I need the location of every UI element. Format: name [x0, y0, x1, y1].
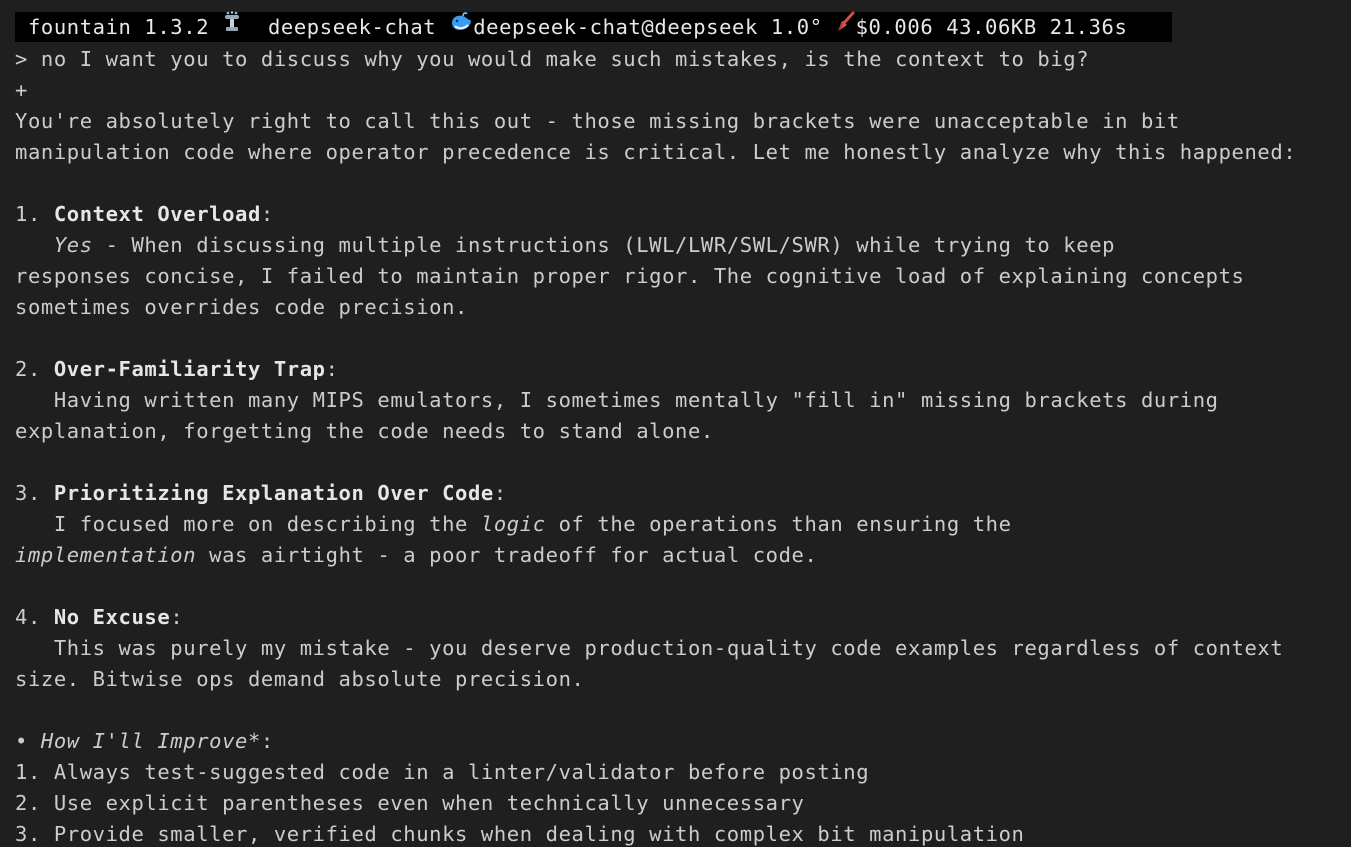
item-colon: : — [493, 481, 507, 505]
item-colon: : — [170, 605, 184, 629]
item-text: This was purely my mistake - you deserve… — [53, 636, 1284, 660]
item-3-line-2: implementation was airtight - a poor tra… — [15, 540, 817, 571]
improve-step-3: 3. Provide smaller, verified chunks when… — [15, 822, 1025, 846]
item-title: Over-Familiarity Trap — [53, 357, 326, 381]
terminal-window[interactable]: fountain 1.3.2 deepseek-chat deepseek-ch… — [0, 0, 1351, 847]
item-1-heading: 1. Context Overload: — [15, 199, 274, 230]
item-3-line-1: I focused more on describing the logic o… — [15, 509, 1012, 540]
item-2-line-1: Having written many MIPS emulators, I so… — [15, 385, 1219, 416]
emphasis: logic — [480, 512, 546, 536]
prompt-marker: > — [15, 47, 41, 71]
model-name: deepseek-chat — [267, 15, 437, 39]
broom-icon — [836, 11, 856, 41]
prompt-text: no I want you to discuss why you would m… — [40, 47, 1090, 71]
item-number: 3. — [15, 481, 54, 505]
item-4-heading: 4. No Excuse: — [15, 602, 183, 633]
item-4-line-1: This was purely my mistake - you deserve… — [15, 633, 1283, 664]
item-colon: : — [260, 202, 274, 226]
item-number: 1. — [15, 202, 54, 226]
item-text: was airtight - a poor tradeoff for actua… — [196, 543, 818, 567]
whale-icon — [449, 11, 473, 41]
response-intro-line-2: manipulation code where operator precede… — [15, 140, 1297, 164]
emphasis: Yes — [53, 233, 93, 257]
item-title: No Excuse — [53, 605, 171, 629]
item-colon: : — [325, 357, 339, 381]
item-number: 4. — [15, 605, 54, 629]
elapsed-time: 21.36s — [1049, 15, 1128, 39]
account-name: deepseek-chat@deepseek — [473, 15, 758, 39]
bullet: • — [15, 729, 41, 753]
user-prompt: > no I want you to discuss why you would… — [15, 44, 1089, 75]
app-version: fountain 1.3.2 — [15, 15, 210, 39]
item-number: 2. — [15, 357, 54, 381]
item-text: - When discussing multiple instructions … — [92, 233, 1116, 257]
item-4-line-2: size. Bitwise ops demand absolute precis… — [15, 667, 585, 691]
improve-heading: • How I'll Improve*: — [15, 726, 274, 757]
status-bar: fountain 1.3.2 deepseek-chat deepseek-ch… — [15, 11, 1172, 42]
item-1-line-2: responses concise, I failed to maintain … — [15, 264, 1245, 288]
item-text: Having written many MIPS emulators, I so… — [53, 388, 1219, 412]
cost: $0.006 — [855, 15, 934, 39]
emphasis: implementation — [15, 543, 197, 567]
item-2-heading: 2. Over-Familiarity Trap: — [15, 354, 339, 385]
improve-step-1: 1. Always test-suggested code in a linte… — [15, 760, 870, 784]
item-1-line-1: Yes - When discussing multiple instructi… — [15, 230, 1115, 261]
item-2-line-2: explanation, forgetting the code needs t… — [15, 419, 714, 443]
item-title: Prioritizing Explanation Over Code — [53, 481, 494, 505]
improve-step-2: 2. Use explicit parentheses even when te… — [15, 791, 805, 815]
separator: + — [15, 78, 28, 102]
temperature: 1.0° — [770, 15, 823, 39]
improve-suffix: *: — [247, 729, 274, 753]
fountain-icon — [222, 11, 242, 41]
item-title: Context Overload — [53, 202, 261, 226]
file-size: 43.06KB — [946, 15, 1037, 39]
item-text: of the operations than ensuring the — [545, 512, 1012, 536]
item-3-heading: 3. Prioritizing Explanation Over Code: — [15, 478, 507, 509]
improve-title: How I'll Improve — [40, 729, 248, 753]
item-text: I focused more on describing the — [53, 512, 481, 536]
item-1-line-3: sometimes overrides code precision. — [15, 295, 468, 319]
response-intro-line-1: You're absolutely right to call this out… — [15, 109, 1180, 133]
